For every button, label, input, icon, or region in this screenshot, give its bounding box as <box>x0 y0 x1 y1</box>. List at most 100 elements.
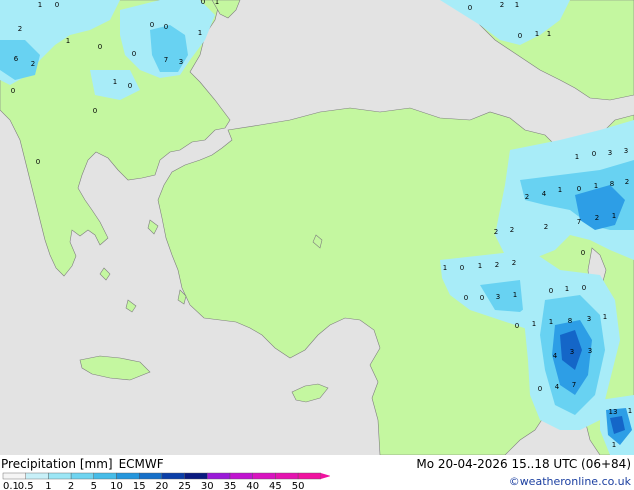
legend-tick-label: 2 <box>68 481 74 490</box>
precip-value-label: 2 <box>525 193 529 201</box>
legend-swatch <box>116 472 140 480</box>
precip-value-label: 0 <box>201 0 205 6</box>
legend-swatch <box>207 472 231 480</box>
precip-value-label: 2 <box>494 228 498 236</box>
precip-value-label: 0 <box>128 82 132 90</box>
precip-value-label: 0 <box>93 107 97 115</box>
legend-tick-label: 0.5 <box>18 481 34 490</box>
precip-value-label: 1 <box>198 29 202 37</box>
precip-value-label: 1 <box>532 320 536 328</box>
precip-value-label: 3 <box>496 293 500 301</box>
precip-value-label: 1 <box>594 182 598 190</box>
precip-value-label: 8 <box>610 180 614 188</box>
precip-value-label: 2 <box>18 25 22 33</box>
precip-value-label: 0 <box>132 50 136 58</box>
legend-swatch <box>229 472 253 480</box>
precip-value-label: 7 <box>164 56 168 64</box>
precip-value-label: 0 <box>36 158 40 166</box>
precip-value-label: 3 <box>624 147 628 155</box>
legend-tick-label: 15 <box>133 481 146 490</box>
precip-value-label: 0 <box>98 43 102 51</box>
precip-value-label: 0 <box>581 249 585 257</box>
legend-tick-label: 10 <box>110 481 123 490</box>
precipitation-map: 1 0 0 12100 0107 3621 00000 2 10 1 11 0 3 32 4 1 0 1 8 22 2 2… <box>0 0 634 455</box>
precip-value-label: 1 <box>603 313 607 321</box>
precip-value-label: 1 <box>565 285 569 293</box>
precip-value-label: 0 <box>577 185 581 193</box>
precip-value-label: 0 <box>150 21 154 29</box>
legend-colorbar: 0.10.5 1 2 5 10 15 20 25 30 35 40 45 50 <box>2 472 330 490</box>
precip-value-label: 0 <box>549 287 553 295</box>
valid-time: Mo 20-04-2026 15..18 UTC (06+84) <box>416 457 631 471</box>
precip-value-label: 4 <box>542 190 547 198</box>
precip-value-label: 1 <box>215 0 219 6</box>
precip-value-label: 13 <box>609 408 618 416</box>
legend-tick-label: 5 <box>91 481 97 490</box>
precip-value-label: 3 <box>570 348 574 356</box>
precip-value-label: 1 <box>558 186 562 194</box>
legend-arrow <box>320 473 330 479</box>
precip-value-label: 2 <box>544 223 548 231</box>
precip-value-label: 1 <box>535 30 539 38</box>
precip-value-label: 2 <box>500 1 504 9</box>
precipitation-label: Precipitation [mm] <box>1 457 113 471</box>
legend-tick-label: 30 <box>201 481 214 490</box>
precip-value-label: 1 <box>628 407 632 415</box>
legend-tick-label: 25 <box>178 481 191 490</box>
precip-value-label: 0 <box>518 32 522 40</box>
legend-swatch <box>161 472 185 480</box>
precip-value-label: 1 <box>478 262 482 270</box>
precip-value-label: 7 <box>577 218 581 226</box>
precip-value-label: 2 <box>512 259 516 267</box>
precip-value-label: 1 <box>549 318 553 326</box>
precip-value-label: 0 <box>592 150 596 158</box>
precip-value-label: 1 <box>113 78 117 86</box>
precip-value-label: 0 <box>468 4 472 12</box>
precip-value-label: 1 <box>515 1 519 9</box>
legend-swatch <box>275 472 299 480</box>
precip-value-label: 0 <box>460 264 464 272</box>
precip-value-label: 0 <box>538 385 542 393</box>
legend-swatch <box>297 472 322 480</box>
precip-value-label: 2 <box>510 226 514 234</box>
precip-value-label: 2 <box>625 178 629 186</box>
product-title: Precipitation [mm] ECMWF <box>1 457 170 471</box>
legend-swatch <box>70 472 94 480</box>
precip-value-label: 2 <box>595 214 599 222</box>
precip-value-label: 2 <box>495 261 499 269</box>
credit-link[interactable]: ©weatheronline.co.uk <box>509 475 631 488</box>
model-label: ECMWF <box>118 457 164 471</box>
legend-tick-label: 45 <box>269 481 282 490</box>
legend-swatch <box>2 472 26 480</box>
legend-swatch <box>93 472 117 480</box>
precip-value-label: 8 <box>568 317 572 325</box>
precip-value-label: 4 <box>555 383 560 391</box>
precip-value-label: 6 <box>14 55 19 63</box>
legend-tick-label: 40 <box>246 481 259 490</box>
precip-value-label: 0 <box>11 87 15 95</box>
legend-tick-label: 0.1 <box>3 481 19 490</box>
precip-value-label: 1 <box>547 30 551 38</box>
precip-value-label: 1 <box>66 37 70 45</box>
legend-swatch <box>184 472 208 480</box>
legend-tick-label: 35 <box>224 481 237 490</box>
precip-value-label: 0 <box>164 23 168 31</box>
precip-value-label: 0 <box>515 322 519 330</box>
precip-value-label: 3 <box>179 58 183 66</box>
legend-swatch <box>252 472 276 480</box>
precip-value-label: 0 <box>480 294 484 302</box>
legend-tick-label: 20 <box>156 481 169 490</box>
precip-value-label: 1 <box>612 441 616 449</box>
precip-value-label: 2 <box>31 60 35 68</box>
precip-value-label: 1 <box>443 264 447 272</box>
legend-swatch <box>25 472 49 480</box>
precip-value-label: 1 <box>612 212 616 220</box>
precip-value-label: 1 <box>575 153 579 161</box>
legend-tick-label: 1 <box>45 481 51 490</box>
legend-tick-label: 50 <box>292 481 305 490</box>
precip-value-label: 4 <box>553 352 558 360</box>
legend-swatch <box>48 472 72 480</box>
precip-value-label: 3 <box>608 149 612 157</box>
precip-value-label: 0 <box>464 294 468 302</box>
precip-value-label: 0 <box>55 1 59 9</box>
